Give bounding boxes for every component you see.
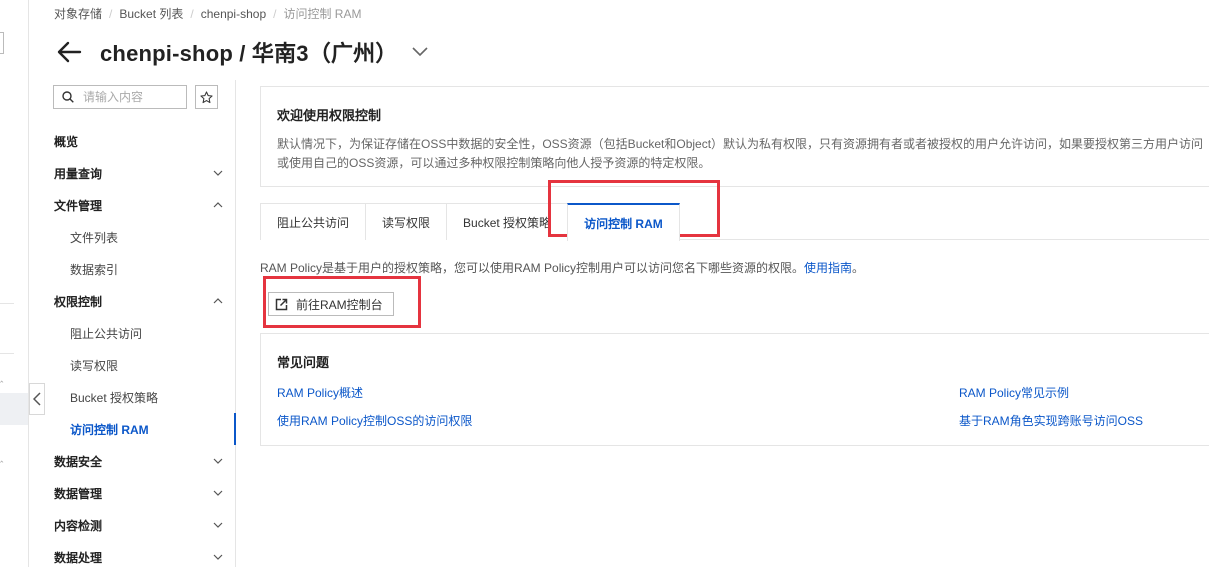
breadcrumb-item-bucket[interactable]: chenpi-shop: [201, 7, 266, 21]
chevron-up-icon: ‸: [0, 452, 4, 463]
rail-divider: [0, 353, 14, 354]
breadcrumb-item-oss[interactable]: 对象存储: [54, 5, 102, 22]
faq-link-ram-policy-oss-access[interactable]: 使用RAM Policy控制OSS的访问权限: [277, 412, 472, 429]
faq-title: 常见问题: [277, 355, 330, 370]
ram-description: RAM Policy是基于用户的授权策略，您可以使用RAM Policy控制用户…: [260, 259, 864, 276]
faq-link-ram-policy-examples[interactable]: RAM Policy常见示例: [959, 384, 1069, 401]
tab-read-write-permission[interactable]: 读写权限: [365, 203, 448, 240]
faq-panel: 常见问题 RAM Policy概述 使用RAM Policy控制OSS的访问权限…: [260, 333, 1209, 446]
sidebar-item-label: 数据管理: [54, 486, 103, 501]
chevron-down-icon: [213, 170, 223, 176]
sidebar-item-label: 访问控制 RAM: [70, 422, 149, 437]
sidebar-item-file-list[interactable]: 文件列表: [45, 221, 235, 253]
sidebar-item-label: 文件管理: [54, 198, 103, 213]
sidebar-item-label: 权限控制: [54, 294, 103, 309]
sidebar-item-data-security[interactable]: 数据安全: [45, 445, 235, 477]
chevron-left-icon: [33, 392, 41, 406]
page-header: chenpi-shop / 华南3（广州）: [56, 36, 428, 68]
sidebar-item-label: 阻止公共访问: [70, 326, 143, 341]
sidebar-item-label: 内容检测: [54, 518, 103, 533]
page-title: chenpi-shop / 华南3（广州）: [100, 41, 398, 66]
tab-block-public-access[interactable]: 阻止公共访问: [260, 203, 367, 240]
sidebar-nav: 概览 用量查询 文件管理 文件列表 数据索引 权限控制 阻止公共访问 读写权限 …: [45, 125, 236, 567]
chevron-down-icon: [213, 490, 223, 496]
breadcrumb-separator: /: [273, 6, 277, 21]
sidebar-item-data-processing[interactable]: 数据处理: [45, 541, 235, 567]
welcome-text: 默认情况下，为保证存储在OSS中数据的安全性，OSS资源（包括Bucket和Ob…: [277, 137, 1204, 170]
star-icon: [200, 90, 213, 103]
breadcrumb-item-bucket-list[interactable]: Bucket 列表: [119, 5, 183, 22]
sidebar-collapse-button[interactable]: [29, 383, 45, 415]
sidebar-item-read-write-permission[interactable]: 读写权限: [45, 349, 235, 381]
breadcrumb-separator: /: [190, 6, 194, 21]
guide-link[interactable]: 使用指南: [804, 261, 852, 275]
sidebar-item-ram[interactable]: 访问控制 RAM: [45, 413, 236, 445]
sidebar-item-usage[interactable]: 用量查询: [45, 157, 235, 189]
search-icon: [62, 91, 74, 103]
sidebar-item-label: 概览: [54, 134, 79, 149]
go-to-ram-console-label: 前往RAM控制台: [296, 297, 383, 312]
sidebar-item-label: 文件列表: [70, 230, 119, 245]
chevron-down-icon: [213, 458, 223, 464]
sidebar-item-data-index[interactable]: 数据索引: [45, 253, 235, 285]
sidebar-item-bucket-policy[interactable]: Bucket 授权策略: [45, 381, 235, 413]
arrow-left-icon[interactable]: [56, 39, 82, 65]
faq-link-ram-policy-overview[interactable]: RAM Policy概述: [277, 384, 363, 401]
favorite-button[interactable]: [195, 85, 218, 109]
ram-description-suffix: 。: [852, 261, 865, 275]
welcome-title: 欢迎使用权限控制: [277, 108, 382, 123]
rail-divider: [0, 303, 14, 304]
chevron-down-icon[interactable]: [411, 47, 428, 57]
sidebar-search-input[interactable]: [83, 90, 183, 104]
sidebar-item-block-public-access[interactable]: 阻止公共访问: [45, 317, 235, 349]
sidebar-item-file-management[interactable]: 文件管理: [45, 189, 235, 221]
sidebar: 概览 用量查询 文件管理 文件列表 数据索引 权限控制 阻止公共访问 读写权限 …: [45, 80, 236, 567]
sidebar-search: [53, 85, 187, 109]
sidebar-item-label: Bucket 授权策略: [70, 390, 159, 405]
go-to-ram-console-button[interactable]: 前往RAM控制台: [268, 292, 394, 316]
permission-tabs: 阻止公共访问 读写权限 Bucket 授权策略 访问控制 RAM: [260, 203, 1209, 241]
sidebar-item-label: 数据处理: [54, 550, 103, 565]
sidebar-item-data-management[interactable]: 数据管理: [45, 477, 235, 509]
chevron-down-icon: [213, 554, 223, 560]
welcome-panel: 欢迎使用权限控制 默认情况下，为保证存储在OSS中数据的安全性，OSS资源（包括…: [260, 86, 1209, 187]
sidebar-item-label: 数据安全: [54, 454, 103, 469]
sidebar-item-label: 读写权限: [70, 358, 119, 373]
tab-bucket-policy[interactable]: Bucket 授权策略: [446, 203, 569, 240]
faq-link-cross-account-access[interactable]: 基于RAM角色实现跨账号访问OSS: [959, 412, 1143, 429]
chevron-up-icon: [213, 202, 223, 208]
sidebar-item-overview[interactable]: 概览: [45, 125, 235, 157]
left-rail: ‸ ‸: [0, 0, 29, 567]
ram-description-text: RAM Policy是基于用户的授权策略，您可以使用RAM Policy控制用户…: [260, 261, 805, 275]
chevron-up-icon: [213, 298, 223, 304]
external-link-icon: [275, 298, 288, 310]
rail-edge: [0, 32, 4, 54]
breadcrumb-separator: /: [109, 6, 113, 21]
rail-active-item[interactable]: [0, 393, 28, 425]
tab-ram[interactable]: 访问控制 RAM: [567, 203, 680, 241]
breadcrumb-item-current: 访问控制 RAM: [283, 7, 362, 21]
sidebar-item-label: 数据索引: [70, 262, 119, 277]
sidebar-item-label: 用量查询: [54, 166, 103, 181]
chevron-up-icon: ‸: [0, 372, 4, 383]
sidebar-item-access-control[interactable]: 权限控制: [45, 285, 235, 317]
breadcrumb: 对象存储 / Bucket 列表 / chenpi-shop / 访问控制 RA…: [54, 5, 361, 22]
chevron-down-icon: [213, 522, 223, 528]
sidebar-item-content-detection[interactable]: 内容检测: [45, 509, 235, 541]
